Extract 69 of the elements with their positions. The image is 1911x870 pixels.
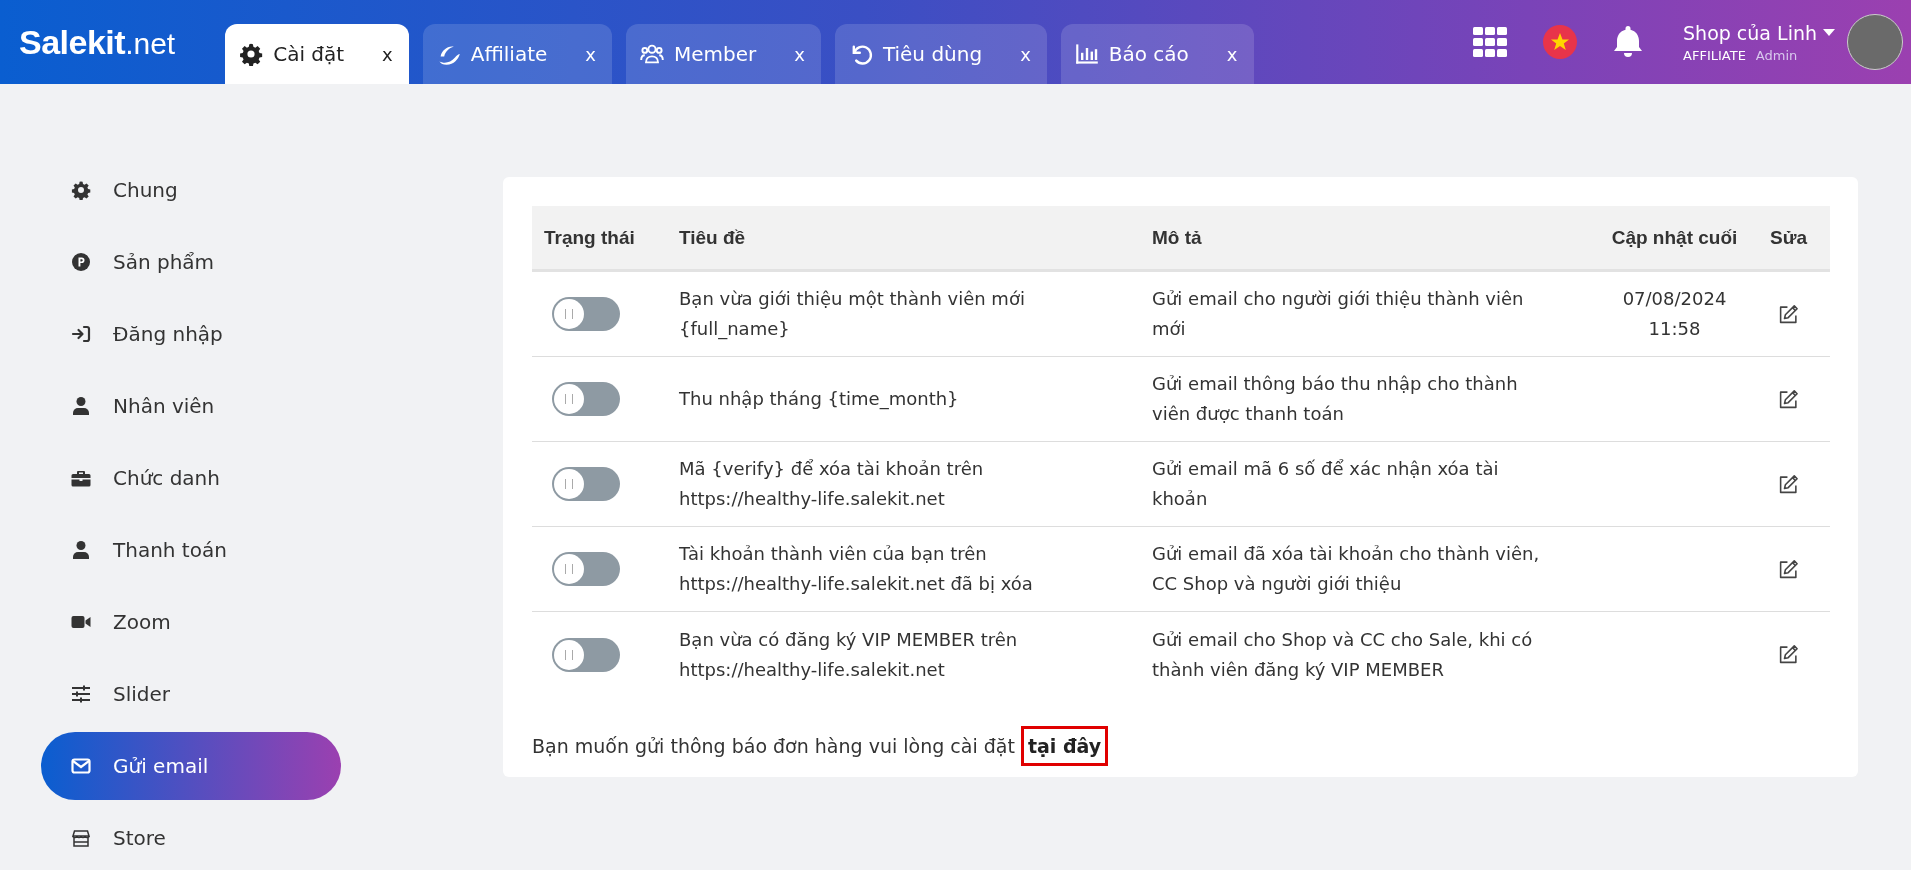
edit-icon[interactable] xyxy=(1778,644,1799,665)
person-icon xyxy=(71,540,91,560)
envelope-icon xyxy=(71,756,91,776)
table-cell-text: Tài khoản thành viên của bạn trên https://healthy-life.salekit.net đã bị xóa xyxy=(679,542,1034,596)
table-cell-text: Gửi email đã xóa tài khoản cho thành viên, CC Shop và người giới thiệu xyxy=(1152,542,1541,596)
close-tab-button[interactable]: x xyxy=(585,43,596,65)
tab[interactable]: Tiêu dùng x xyxy=(834,24,1047,84)
table-cell-text: Gửi email cho Shop và CC cho Sale, khi có thành viên đăng ký VIP MEMBER xyxy=(1152,627,1534,682)
p-circle-icon xyxy=(71,252,91,272)
table-cell-text: Bạn vừa giới thiệu một thành viên mới {full_name} xyxy=(679,287,1026,342)
apps-grid-icon[interactable] xyxy=(1473,27,1508,57)
toggle-switch[interactable] xyxy=(552,382,620,416)
sidebar-item[interactable]: Store xyxy=(41,802,341,870)
edit-icon[interactable] xyxy=(1778,303,1799,325)
briefcase-icon xyxy=(71,468,91,488)
bar-chart-icon xyxy=(1074,42,1099,66)
toggle-switch[interactable] xyxy=(552,552,620,586)
toggle-switch[interactable] xyxy=(552,467,620,501)
sidebar-item[interactable]: Chức danh xyxy=(41,442,341,514)
table-cell-text: Gửi email mã 6 số để xác nhận xóa tài khoản xyxy=(1152,457,1500,511)
tab[interactable]: Báo cáo x xyxy=(1060,24,1254,84)
tab[interactable]: Cài đặt x xyxy=(225,24,409,84)
notification-bell-icon[interactable] xyxy=(1613,25,1644,59)
table-cell-text: Thu nhập tháng {time_month} xyxy=(679,387,959,412)
login-arrow-icon xyxy=(71,324,91,344)
sidebar-item[interactable]: Thanh toán xyxy=(41,514,341,586)
user-name[interactable]: Shop của Linh xyxy=(1683,21,1817,44)
sidebar-item[interactable]: Slider xyxy=(41,658,341,730)
edit-icon[interactable] xyxy=(1778,473,1799,495)
gear-icon xyxy=(71,180,91,200)
note-text: Bạn muốn gửi thông báo đơn hàng vui lòng cài đặt xyxy=(532,735,1015,757)
column-header: Trạng thái xyxy=(532,206,667,272)
close-tab-button[interactable]: x xyxy=(1226,43,1238,65)
sidebar-item[interactable]: Gửi email xyxy=(41,732,341,800)
edit-icon[interactable] xyxy=(1778,558,1799,580)
table-cell-text: Gửi email cho người giới thiệu thành viên mới xyxy=(1152,287,1525,341)
table-cell-text: 07/08/2024 11:58 xyxy=(1621,287,1728,341)
logo[interactable]: Salekit.net xyxy=(19,22,176,62)
column-header: Mô tả xyxy=(1140,206,1587,272)
sidebar-item[interactable]: Zoom xyxy=(41,586,341,658)
tab[interactable]: Affiliate x xyxy=(422,24,612,84)
toggle-switch[interactable] xyxy=(552,297,620,331)
close-tab-button[interactable]: x xyxy=(794,43,805,65)
edit-icon[interactable] xyxy=(1778,388,1799,410)
column-header: Tiêu đề xyxy=(667,206,1140,272)
sidebar-item[interactable]: Nhân viên xyxy=(41,370,341,442)
sidebar-item[interactable]: Sản phẩm xyxy=(41,226,341,298)
table-cell-text: Bạn vừa có đăng ký VIP MEMBER trên https://healthy-life.salekit.net xyxy=(679,627,1019,682)
tab[interactable]: Member x xyxy=(625,24,821,84)
storefront-icon xyxy=(71,828,91,848)
table-cell-text: Mã {verify} để xóa tài khoản trên https://healthy-life.salekit.net xyxy=(679,457,985,511)
flag-icon[interactable] xyxy=(1543,25,1578,59)
close-tab-button[interactable]: x xyxy=(1020,43,1031,65)
gear-icon xyxy=(239,42,264,66)
close-tab-button[interactable]: x xyxy=(382,43,393,65)
avatar[interactable] xyxy=(1847,14,1903,70)
sidebar-item[interactable]: Chung xyxy=(41,154,341,226)
user-level: Admin xyxy=(1755,47,1798,63)
toggle-switch[interactable] xyxy=(552,637,620,672)
column-header: Sửa xyxy=(1762,206,1830,272)
person-icon xyxy=(71,396,91,416)
settings-link[interactable]: tại đây xyxy=(1020,726,1109,766)
sidebar-item[interactable]: Đăng nhập xyxy=(41,298,341,370)
sliders-icon xyxy=(71,684,91,704)
users-icon xyxy=(639,42,664,66)
table-cell-text: Gửi email thông báo thu nhập cho thành viên được thanh toán xyxy=(1152,372,1519,426)
column-header: Cập nhật cuối xyxy=(1587,206,1762,272)
caret-icon[interactable] xyxy=(1823,28,1835,37)
user-role: AFFILIATE xyxy=(1683,47,1746,63)
